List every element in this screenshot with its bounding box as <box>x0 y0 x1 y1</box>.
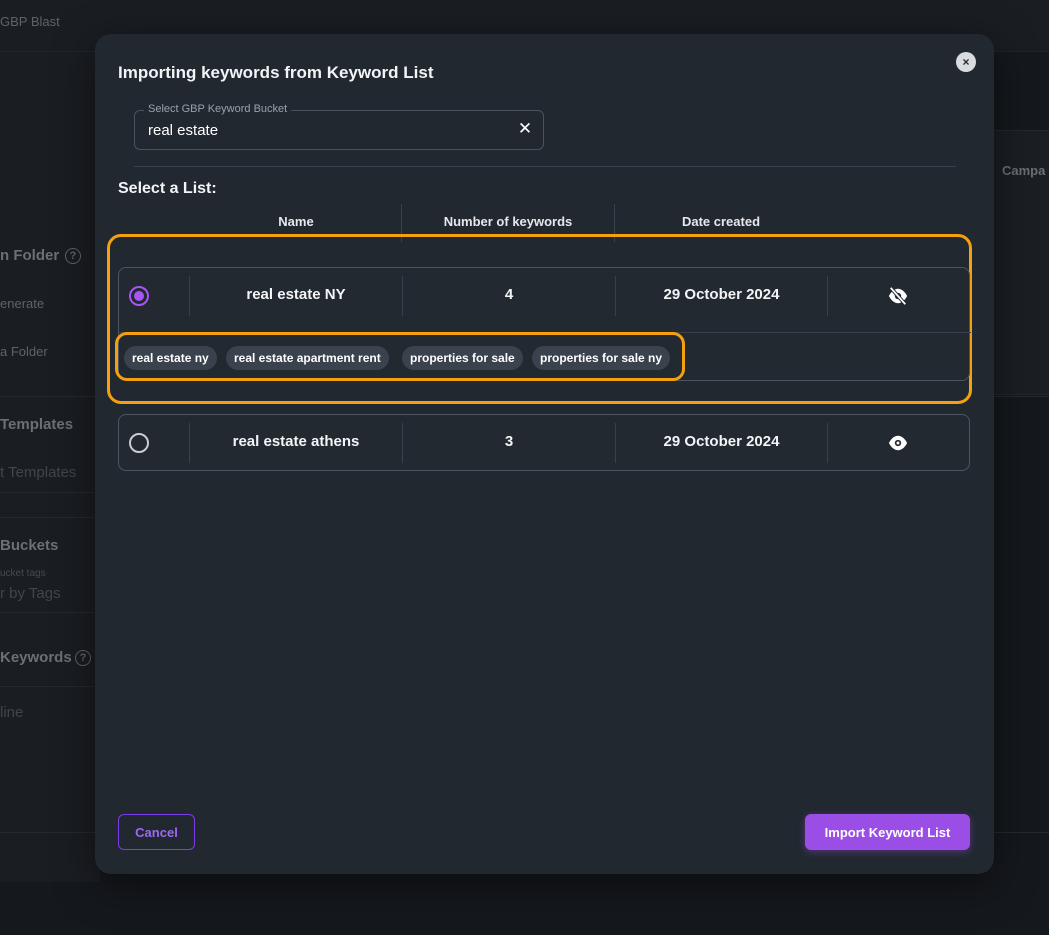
table-row[interactable]: real estate athens 3 29 October 2024 <box>119 415 971 471</box>
row-name: real estate athens <box>232 433 360 450</box>
select-list-title: Select a List: <box>118 180 217 197</box>
eye-icon[interactable] <box>887 433 909 453</box>
app-title: GBP Blast <box>0 14 60 29</box>
row-name: real estate NY <box>246 286 346 303</box>
cell-separator <box>827 276 828 316</box>
cancel-button[interactable]: Cancel <box>118 814 195 850</box>
import-keywords-modal: Importing keywords from Keyword List × S… <box>95 34 994 874</box>
generate-link: enerate <box>0 296 45 311</box>
import-keyword-list-button[interactable]: Import Keyword List <box>805 814 970 850</box>
eye-off-icon[interactable] <box>887 286 909 306</box>
bucket-tags-label: ucket tags <box>0 568 46 579</box>
modal-divider <box>134 166 956 167</box>
row-keyword-count: 3 <box>504 433 514 450</box>
radio-button-selected[interactable] <box>129 286 149 306</box>
folder-section-title: n Folder <box>0 247 60 264</box>
templates-sub: t Templates <box>0 464 77 481</box>
table-row[interactable]: real estate NY 4 29 October 2024 <box>119 268 971 324</box>
cell-separator <box>827 423 828 463</box>
list-row-real-estate-athens[interactable]: real estate athens 3 29 October 2024 <box>118 414 970 471</box>
close-icon[interactable]: × <box>956 52 976 72</box>
bg-divider <box>0 517 94 518</box>
column-header-count: Number of keywords <box>443 214 573 229</box>
clear-icon[interactable]: ✕ <box>517 120 533 137</box>
bg-divider <box>0 492 94 493</box>
keywords-help-icon: ? <box>75 650 91 666</box>
folder-help-icon: ? <box>65 248 81 264</box>
modal-title: Importing keywords from Keyword List <box>118 63 434 82</box>
templates-section-title: Templates <box>0 416 74 433</box>
tags-highlight-outline <box>115 332 685 381</box>
radio-button[interactable] <box>129 433 149 453</box>
row-keyword-count: 4 <box>504 286 514 303</box>
line-text: line <box>0 704 24 721</box>
folder-link: a Folder <box>0 344 48 359</box>
column-header-date: Date created <box>681 214 761 229</box>
bg-divider <box>0 612 94 613</box>
bucket-select-value: real estate <box>148 122 219 139</box>
row-date: 29 October 2024 <box>663 286 780 303</box>
row-date: 29 October 2024 <box>663 433 780 450</box>
campaign-label: Campa <box>1002 163 1046 178</box>
bg-divider <box>0 686 94 687</box>
keywords-section-title: Keywords <box>0 649 72 666</box>
bucket-select-label: Select GBP Keyword Bucket <box>144 103 292 115</box>
bucket-select-field[interactable]: Select GBP Keyword Bucket real estate ✕ <box>134 103 544 150</box>
column-header-name: Name <box>278 214 314 229</box>
filter-tags: r by Tags <box>0 585 61 602</box>
buckets-section-title: Buckets <box>0 537 59 554</box>
